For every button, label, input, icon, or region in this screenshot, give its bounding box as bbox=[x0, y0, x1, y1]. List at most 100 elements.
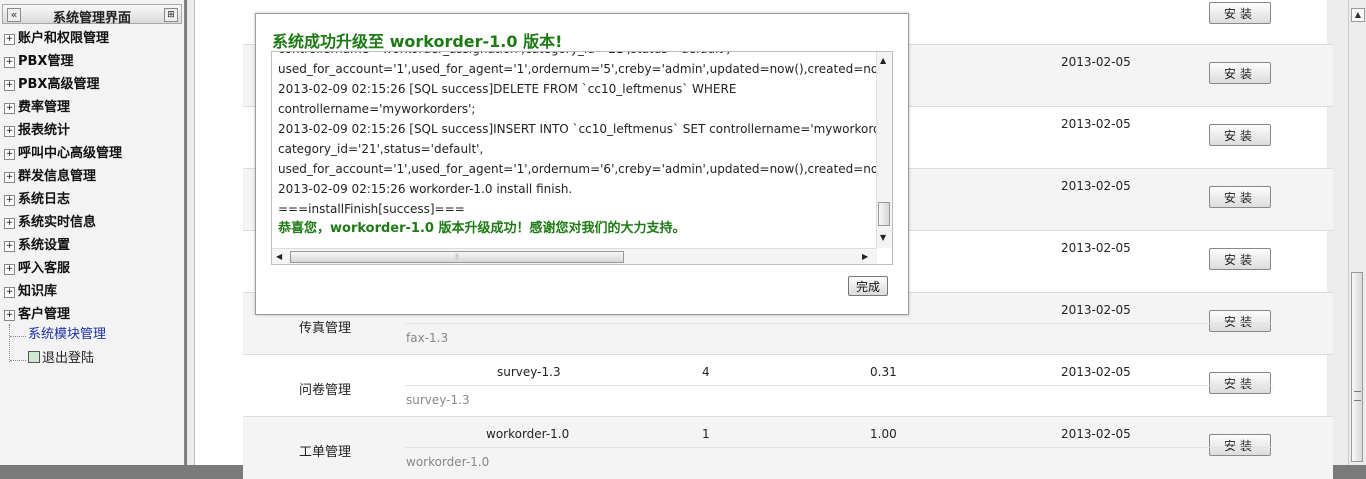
row-date: 2013-02-05 bbox=[1061, 427, 1131, 441]
done-button[interactable]: 完成 bbox=[848, 276, 888, 296]
expand-icon[interactable]: + bbox=[4, 172, 15, 183]
row-category: 问卷管理 bbox=[299, 383, 352, 398]
row-build: 1 bbox=[702, 427, 710, 441]
sidebar-item-realtime[interactable]: + 系统实时信息 bbox=[4, 214, 96, 232]
scroll-up-icon[interactable]: ▲ bbox=[880, 56, 886, 66]
sidebar-item-rates[interactable]: + 费率管理 bbox=[4, 99, 70, 117]
scrollbar-thumb[interactable] bbox=[1351, 272, 1363, 462]
scroll-right-icon[interactable]: ▶ bbox=[862, 252, 868, 262]
sidebar-item-label: PBX管理 bbox=[18, 54, 74, 69]
row-date: 2013-02-05 bbox=[1061, 365, 1131, 379]
sidebar-item-label: 客户管理 bbox=[18, 307, 71, 322]
pin-icon[interactable]: ⊞ bbox=[164, 8, 178, 22]
sidebar-header: « 系统管理界面 ⊞ bbox=[2, 4, 182, 26]
expand-icon[interactable]: + bbox=[4, 195, 15, 206]
row-date: 2013-02-05 bbox=[1061, 241, 1131, 255]
install-log[interactable]: controllername='workorder_assignation',c… bbox=[271, 51, 893, 265]
scrollbar-thumb[interactable] bbox=[878, 202, 890, 226]
row-version: 1.00 bbox=[870, 427, 897, 441]
row-divider bbox=[405, 385, 1273, 386]
sidebar-item-logout[interactable]: 退出登陆 bbox=[28, 350, 94, 368]
log-line: controllername='workorder_assignation',c… bbox=[278, 52, 873, 59]
upgrade-dialog: 系统成功升级至 workorder-1.0 版本! controllername… bbox=[255, 13, 909, 315]
expand-icon[interactable]: + bbox=[4, 264, 15, 275]
row-category: 传真管理 bbox=[299, 321, 352, 336]
sidebar-item-label: 知识库 bbox=[18, 284, 58, 299]
expand-icon[interactable]: + bbox=[4, 287, 15, 298]
row-category: 工单管理 bbox=[299, 445, 352, 460]
sidebar-item-inbound[interactable]: + 呼入客服 bbox=[4, 260, 70, 278]
expand-icon[interactable]: + bbox=[4, 80, 15, 91]
log-line: 2013-02-09 02:15:26 workorder-1.0 instal… bbox=[278, 182, 573, 196]
expand-icon[interactable]: + bbox=[4, 149, 15, 160]
sidebar-item-mass-message[interactable]: + 群发信息管理 bbox=[4, 168, 96, 186]
row-divider bbox=[405, 323, 1273, 324]
sidebar-item-callcenter[interactable]: + 呼叫中心高级管理 bbox=[4, 145, 122, 163]
sidebar-item-pbx[interactable]: + PBX管理 bbox=[4, 53, 73, 71]
install-button[interactable]: 安装 bbox=[1209, 124, 1271, 146]
expand-icon[interactable]: + bbox=[4, 126, 15, 137]
log-line: 2013-02-09 02:15:26 [SQL success]DELETE … bbox=[278, 82, 737, 96]
sidebar-item-label: 报表统计 bbox=[18, 123, 71, 138]
expand-icon[interactable]: + bbox=[4, 218, 15, 229]
sidebar-item-label: 系统实时信息 bbox=[18, 215, 97, 230]
scroll-left-icon[interactable]: ◀ bbox=[276, 252, 282, 262]
install-button[interactable]: 安装 bbox=[1209, 310, 1271, 332]
scrollbar-thumb[interactable]: ⦙⦙ bbox=[290, 251, 624, 263]
grip-icon bbox=[1354, 391, 1361, 401]
install-button[interactable]: 安装 bbox=[1209, 372, 1271, 394]
install-button[interactable]: 安装 bbox=[1209, 186, 1271, 208]
row-date: 2013-02-05 bbox=[1061, 55, 1131, 69]
sidebar-item-reports[interactable]: + 报表统计 bbox=[4, 122, 70, 140]
sidebar-item-label: 呼叫中心高级管理 bbox=[18, 146, 123, 161]
page-scrollbar[interactable]: ▲ bbox=[1348, 0, 1366, 465]
sidebar-item-knowledge[interactable]: + 知识库 bbox=[4, 283, 57, 301]
tree-connector bbox=[9, 324, 10, 362]
expand-icon[interactable]: + bbox=[4, 34, 15, 45]
sidebar-item-module-manage[interactable]: 系统模块管理 bbox=[28, 326, 106, 344]
sidebar-item-label: 费率管理 bbox=[18, 100, 71, 115]
sidebar-item-label: 系统设置 bbox=[18, 238, 71, 253]
log-line: 2013-02-09 02:15:26 [SQL success]INSERT … bbox=[278, 122, 893, 136]
log-line: ===installFinish[success]=== bbox=[278, 202, 465, 216]
log-line: used_for_account='1',used_for_agent='1',… bbox=[278, 162, 893, 176]
sidebar-item-account[interactable]: + 账户和权限管理 bbox=[4, 30, 109, 48]
sidebar-item-pbx-advanced[interactable]: + PBX高级管理 bbox=[4, 76, 99, 94]
expand-icon[interactable]: + bbox=[4, 57, 15, 68]
sidebar-item-label: 账户和权限管理 bbox=[18, 31, 110, 46]
expand-icon[interactable]: + bbox=[4, 241, 15, 252]
sidebar-item-label: 群发信息管理 bbox=[18, 169, 97, 184]
sidebar-item-settings[interactable]: + 系统设置 bbox=[4, 237, 70, 255]
log-line: controllername='myworkorders'; bbox=[278, 102, 476, 116]
log-horizontal-scrollbar[interactable]: ◀ ⦙⦙ ▶ bbox=[272, 248, 877, 264]
sidebar-item-label: 呼入客服 bbox=[18, 261, 71, 276]
log-vertical-scrollbar[interactable]: ▲ ▼ bbox=[876, 52, 892, 248]
success-message: 恭喜您，workorder-1.0 版本升级成功！感谢您对我们的大力支持。 bbox=[278, 221, 686, 236]
row-package-name: survey-1.3 bbox=[406, 393, 470, 407]
row-date: 2013-02-05 bbox=[1061, 179, 1131, 193]
row-package: workorder-1.0 bbox=[486, 427, 570, 441]
row-package: survey-1.3 bbox=[497, 365, 561, 379]
scroll-up-icon[interactable]: ▲ bbox=[1351, 8, 1365, 22]
scroll-down-icon[interactable]: ▼ bbox=[880, 233, 886, 243]
collapse-sidebar-icon[interactable]: « bbox=[7, 8, 21, 22]
sidebar-item-customers[interactable]: + 客户管理 bbox=[4, 306, 70, 324]
sidebar-item-label: 系统日志 bbox=[18, 192, 71, 207]
expand-icon[interactable]: + bbox=[4, 310, 15, 321]
install-button[interactable]: 安装 bbox=[1209, 2, 1271, 24]
row-divider bbox=[405, 447, 1273, 448]
sidebar-item-system-log[interactable]: + 系统日志 bbox=[4, 191, 70, 209]
row-date: 2013-02-05 bbox=[1061, 117, 1131, 131]
row-date: 2013-02-05 bbox=[1061, 303, 1131, 317]
table-row: 问卷管理 survey-1.3 4 0.31 2013-02-05 安装 sur… bbox=[243, 354, 1333, 417]
dialog-title: 系统成功升级至 workorder-1.0 版本! bbox=[272, 32, 563, 51]
logout-label: 退出登陆 bbox=[42, 351, 95, 366]
table-row: 工单管理 workorder-1.0 1 1.00 2013-02-05 安装 … bbox=[243, 416, 1333, 479]
row-package-name: fax-1.3 bbox=[406, 331, 449, 345]
install-button[interactable]: 安装 bbox=[1209, 434, 1271, 456]
install-button[interactable]: 安装 bbox=[1209, 248, 1271, 270]
sidebar: « 系统管理界面 ⊞ + 账户和权限管理 + PBX管理 + PBX高级管理 + 费率管… bbox=[0, 0, 185, 465]
install-button[interactable]: 安装 bbox=[1209, 62, 1271, 84]
expand-icon[interactable]: + bbox=[4, 103, 15, 114]
row-package-name: workorder-1.0 bbox=[406, 455, 490, 469]
